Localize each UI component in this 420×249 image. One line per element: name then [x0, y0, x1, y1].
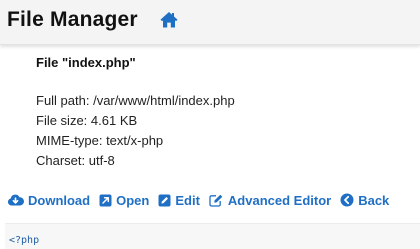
file-full-path: Full path: /var/www/html/index.php — [36, 93, 235, 108]
code-first-line: <?php — [9, 235, 40, 246]
edit-label: Edit — [175, 192, 200, 208]
cloud-download-icon — [7, 194, 24, 206]
back-button[interactable]: Back — [340, 193, 389, 208]
external-link-icon — [99, 194, 112, 206]
open-button[interactable]: Open — [99, 193, 149, 208]
edit-icon — [158, 194, 171, 206]
home-icon[interactable] — [159, 10, 179, 30]
file-mime-type: MIME-type: text/x-php — [36, 133, 164, 148]
open-label: Open — [116, 192, 150, 208]
back-label: Back — [358, 192, 390, 208]
file-title: File "index.php" — [36, 55, 136, 70]
code-preview[interactable]: <?php — [5, 223, 420, 249]
file-charset: Charset: utf-8 — [36, 153, 115, 168]
app-title: File Manager — [7, 8, 138, 31]
file-size: File size: 4.61 KB — [36, 113, 138, 128]
file-info: Full path: /var/www/html/index.php File … — [36, 91, 235, 171]
download-button[interactable]: Download — [7, 193, 90, 208]
chevron-left-circle-icon — [340, 193, 354, 207]
advanced-editor-label: Advanced Editor — [227, 192, 332, 208]
pencil-square-icon — [209, 194, 223, 207]
download-label: Download — [28, 192, 91, 208]
action-bar: Download Open Edit Advanced Editor Back — [7, 191, 389, 209]
header-bar: File Manager — [0, 0, 420, 45]
advanced-editor-button[interactable]: Advanced Editor — [209, 193, 331, 208]
edit-button[interactable]: Edit — [158, 193, 200, 208]
